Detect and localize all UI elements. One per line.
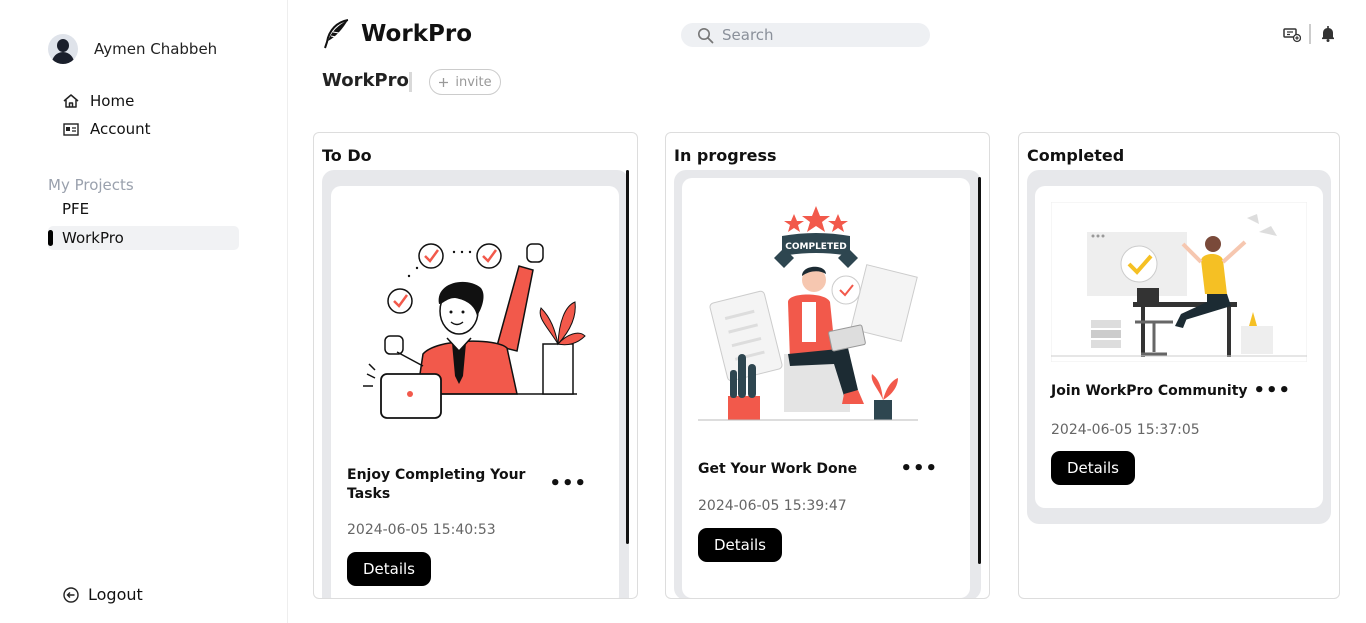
card-date: 2024-06-05 15:37:05 <box>1051 422 1200 438</box>
search-input[interactable] <box>722 26 912 44</box>
sidebar-item-label: Home <box>90 92 135 110</box>
completed-work-illustration: COMPLETED <box>698 206 918 421</box>
card-title: Get Your Work Done <box>698 461 858 477</box>
header-divider <box>1309 24 1311 44</box>
task-card[interactable]: Join WorkPro Community ••• 2024-06-05 15… <box>1035 186 1323 508</box>
column-in-progress: In progress COMPLETED Get Your Work Done… <box>665 132 990 599</box>
card-date: 2024-06-05 15:40:53 <box>347 522 496 538</box>
card-title: Enjoy Completing Your Tasks <box>347 467 526 502</box>
add-board-icon[interactable] <box>1283 25 1301 43</box>
feather-icon <box>324 19 349 49</box>
column-card-list[interactable]: Join WorkPro Community ••• 2024-06-05 15… <box>1027 170 1331 524</box>
column-card-list[interactable]: COMPLETED Get Your Work Done ••• 2024-06… <box>674 170 981 598</box>
community-illustration <box>1051 202 1307 362</box>
task-card[interactable]: COMPLETED Get Your Work Done ••• 2024-06… <box>682 178 970 598</box>
brand[interactable]: WorkPro <box>321 18 472 50</box>
project-item-workpro[interactable]: WorkPro <box>48 226 239 250</box>
user-profile[interactable]: Aymen Chabbeh <box>48 34 217 64</box>
account-card-icon <box>63 123 79 136</box>
my-projects-heading: My Projects <box>48 176 134 194</box>
column-todo: To Do Enjoy Completing Your Tasks ••• 20… <box>313 132 638 599</box>
column-card-list[interactable]: Enjoy Completing Your Tasks ••• 2024-06-… <box>322 170 629 598</box>
logout-icon <box>63 586 79 603</box>
user-name: Aymen Chabbeh <box>94 40 218 58</box>
details-button[interactable]: Details <box>1051 451 1135 485</box>
details-button[interactable]: Details <box>347 552 431 586</box>
sidebar-item-label: Account <box>90 120 151 138</box>
more-options-button[interactable]: ••• <box>1253 380 1291 401</box>
home-icon <box>63 94 79 108</box>
logout-button[interactable]: Logout <box>62 585 143 604</box>
more-options-button[interactable]: ••• <box>549 473 587 494</box>
column-title: To Do <box>322 146 372 165</box>
celebrating-man-illustration <box>363 243 586 419</box>
column-completed: Completed Join WorkPro Community ••• 202… <box>1018 132 1340 599</box>
plus-icon <box>439 77 449 87</box>
header-actions <box>1283 24 1337 44</box>
workspace-divider <box>409 72 412 92</box>
column-title: In progress <box>674 146 777 165</box>
bell-icon[interactable] <box>1319 25 1337 43</box>
invite-label: invite <box>455 74 492 90</box>
search-icon <box>698 27 714 43</box>
column-scrollbar[interactable] <box>626 170 629 544</box>
brand-title: WorkPro <box>361 21 472 47</box>
invite-button[interactable]: invite <box>429 69 501 95</box>
sidebar: Aymen Chabbeh Home Account My Projects P… <box>0 0 288 623</box>
project-label: WorkPro <box>62 229 124 247</box>
sidebar-item-home[interactable]: Home <box>62 92 134 110</box>
card-date: 2024-06-05 15:39:47 <box>698 498 847 514</box>
more-options-button[interactable]: ••• <box>900 458 938 479</box>
avatar <box>48 34 78 64</box>
card-title: Join WorkPro Community <box>1051 383 1248 399</box>
banner-text: COMPLETED <box>785 242 846 252</box>
project-label: PFE <box>62 200 90 218</box>
logout-label: Logout <box>88 585 143 604</box>
task-card[interactable]: Enjoy Completing Your Tasks ••• 2024-06-… <box>331 186 619 598</box>
workspace-title: WorkPro <box>322 70 409 91</box>
active-project-marker <box>48 230 53 246</box>
project-item-pfe[interactable]: PFE <box>48 197 239 221</box>
search-bar[interactable] <box>681 23 930 47</box>
column-title: Completed <box>1027 146 1125 165</box>
sidebar-item-account[interactable]: Account <box>62 120 151 138</box>
column-scrollbar[interactable] <box>978 177 981 564</box>
details-button[interactable]: Details <box>698 528 782 562</box>
